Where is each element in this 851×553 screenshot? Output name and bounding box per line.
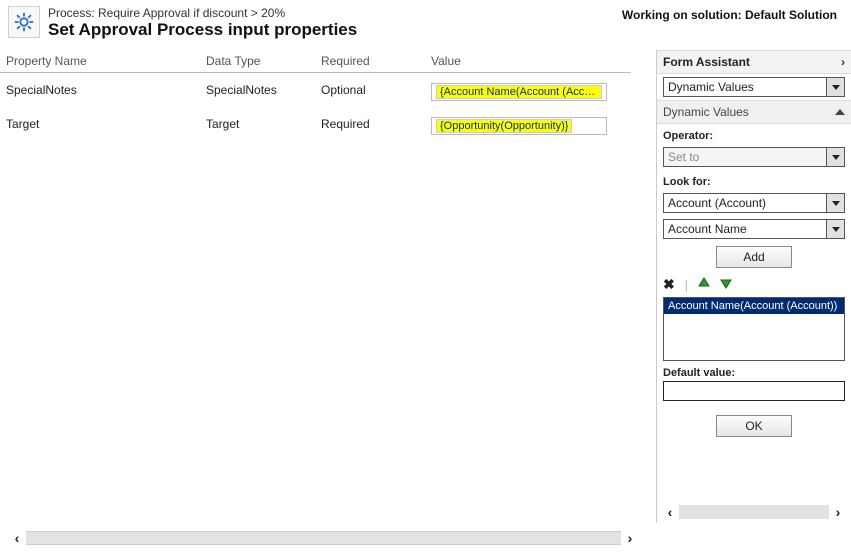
default-value-input[interactable]	[663, 381, 845, 401]
cell-type: Target	[206, 117, 321, 131]
operator-select[interactable]: Set to	[663, 147, 845, 167]
chevron-right-icon: ›	[841, 55, 845, 69]
col-required: Required	[321, 54, 431, 68]
col-property-name: Property Name	[6, 54, 206, 68]
col-data-type: Data Type	[206, 54, 321, 68]
value-input[interactable]: {Account Name(Account (Account))}	[431, 83, 607, 101]
operator-value: Set to	[664, 148, 826, 166]
selected-values-list[interactable]: Account Name(Account (Account))	[663, 297, 845, 361]
chevron-down-icon[interactable]	[826, 148, 844, 166]
operator-label: Operator:	[657, 124, 851, 144]
table-row: SpecialNotes SpecialNotes Optional {Acco…	[0, 73, 631, 107]
right-horizontal-scrollbar[interactable]: ‹ ›	[661, 503, 847, 521]
chevron-down-icon[interactable]	[826, 194, 844, 212]
process-page-icon	[8, 6, 40, 38]
form-assistant-title: Form Assistant	[663, 55, 750, 69]
scroll-right-icon[interactable]: ›	[621, 529, 639, 547]
remove-icon[interactable]: ✖	[663, 276, 675, 293]
cell-name: SpecialNotes	[6, 83, 206, 97]
dynamic-values-label: Dynamic Values	[663, 105, 749, 119]
chevron-down-icon[interactable]	[826, 220, 844, 238]
lookfor-attribute-select[interactable]: Account Name	[663, 219, 845, 239]
ok-button[interactable]: OK	[716, 415, 792, 437]
scroll-left-icon[interactable]: ‹	[8, 529, 26, 547]
process-breadcrumb: Process: Require Approval if discount > …	[48, 6, 622, 20]
assistant-mode-value: Dynamic Values	[664, 78, 826, 96]
assistant-mode-select[interactable]: Dynamic Values	[663, 77, 845, 97]
move-down-icon[interactable]	[720, 277, 732, 292]
left-horizontal-scrollbar[interactable]: ‹ ›	[8, 529, 639, 547]
lookfor-entity-select[interactable]: Account (Account)	[663, 193, 845, 213]
default-value-label: Default value:	[657, 361, 851, 381]
dynamic-values-section[interactable]: Dynamic Values	[657, 100, 851, 124]
value-token: {Opportunity(Opportunity)}	[436, 119, 572, 133]
list-item[interactable]: Account Name(Account (Account))	[664, 298, 844, 314]
add-button[interactable]: Add	[716, 246, 792, 268]
form-assistant-header[interactable]: Form Assistant ›	[657, 50, 851, 74]
collapse-up-icon	[835, 109, 845, 115]
scroll-left-icon[interactable]: ‹	[661, 503, 679, 521]
properties-table-header: Property Name Data Type Required Value	[0, 50, 631, 73]
scroll-track[interactable]	[26, 531, 621, 545]
page-title: Set Approval Process input properties	[48, 20, 622, 40]
cell-name: Target	[6, 117, 206, 131]
cell-type: SpecialNotes	[206, 83, 321, 97]
col-value: Value	[431, 54, 625, 68]
lookfor-entity-value: Account (Account)	[664, 194, 826, 212]
lookfor-label: Look for:	[657, 170, 851, 190]
value-input[interactable]: {Opportunity(Opportunity)}	[431, 117, 607, 135]
gear-icon	[13, 11, 35, 33]
scroll-right-icon[interactable]: ›	[829, 503, 847, 521]
value-token: {Account Name(Account (Account))}	[436, 85, 602, 99]
cell-required: Optional	[321, 83, 431, 97]
table-row: Target Target Required {Opportunity(Oppo…	[0, 107, 631, 141]
cell-required: Required	[321, 117, 431, 131]
solution-label: Working on solution: Default Solution	[622, 6, 843, 22]
lookfor-attribute-value: Account Name	[664, 220, 826, 238]
chevron-down-icon[interactable]	[826, 78, 844, 96]
divider: |	[685, 278, 688, 292]
move-up-icon[interactable]	[698, 277, 710, 292]
scroll-track[interactable]	[679, 505, 829, 519]
